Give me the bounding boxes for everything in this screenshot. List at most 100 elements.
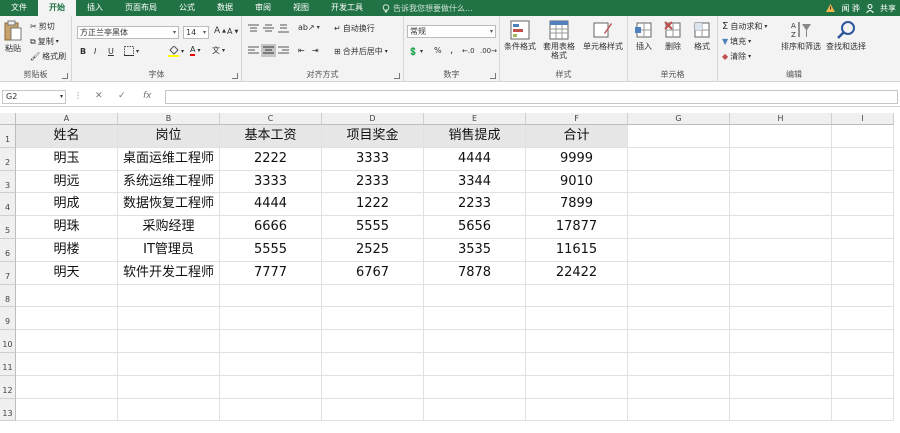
table-cell[interactable]: 5555 — [322, 216, 424, 239]
column-header-a[interactable]: A — [16, 113, 118, 125]
table-header-cell[interactable]: 岗位 — [118, 125, 220, 148]
empty-cell[interactable] — [118, 398, 220, 422]
empty-cell[interactable] — [220, 375, 322, 399]
empty-cell[interactable] — [424, 398, 526, 422]
column-header-h[interactable]: H — [730, 113, 832, 125]
tab-developer[interactable]: 开发工具 — [320, 0, 374, 16]
empty-cell[interactable] — [730, 284, 832, 308]
column-header-i[interactable]: I — [832, 113, 894, 125]
table-cell[interactable]: 3535 — [424, 239, 526, 262]
font-size-select[interactable]: 14 ▾ — [183, 26, 209, 39]
tab-insert[interactable]: 插入 — [76, 0, 114, 16]
empty-cell[interactable] — [322, 353, 424, 376]
empty-cell[interactable] — [730, 307, 832, 331]
empty-cell[interactable] — [832, 398, 894, 422]
table-cell[interactable]: 7777 — [220, 261, 322, 285]
empty-cell[interactable] — [730, 125, 832, 148]
middle-align-button[interactable] — [263, 24, 274, 33]
empty-cell[interactable] — [322, 398, 424, 422]
row-header-4[interactable]: 4 — [0, 193, 16, 217]
font-name-select[interactable]: 方正兰亭黑体 ▾ — [77, 26, 179, 39]
tab-data[interactable]: 数据 — [206, 0, 244, 16]
table-cell[interactable]: 明天 — [16, 261, 118, 285]
table-cell[interactable]: 明玉 — [16, 147, 118, 171]
increase-decimal-button[interactable]: ←.0 — [462, 47, 475, 55]
empty-cell[interactable] — [526, 398, 628, 422]
table-cell[interactable]: 明成 — [16, 193, 118, 217]
fill-button[interactable]: ▼ 填充 ▾ — [722, 36, 751, 47]
empty-cell[interactable] — [832, 125, 894, 148]
empty-cell[interactable] — [730, 330, 832, 353]
underline-button[interactable]: U — [108, 47, 114, 56]
empty-cell[interactable] — [118, 284, 220, 308]
empty-cell[interactable] — [118, 330, 220, 353]
italic-button[interactable]: I — [94, 47, 96, 56]
table-cell[interactable]: 桌面运维工程师 — [118, 147, 220, 171]
table-cell[interactable]: 数据恢复工程师 — [118, 193, 220, 217]
empty-cell[interactable] — [322, 375, 424, 399]
phonetic-button[interactable]: 文 ▾ — [212, 45, 225, 56]
table-cell[interactable]: 22422 — [526, 261, 628, 285]
table-cell[interactable]: 1222 — [322, 193, 424, 217]
empty-cell[interactable] — [526, 353, 628, 376]
empty-cell[interactable] — [220, 330, 322, 353]
table-cell[interactable]: 5555 — [220, 239, 322, 262]
empty-cell[interactable] — [220, 398, 322, 422]
column-header-f[interactable]: F — [526, 113, 628, 125]
table-cell[interactable]: 3333 — [322, 147, 424, 171]
borders-button[interactable]: ▾ — [124, 46, 139, 56]
tab-view[interactable]: 视图 — [282, 0, 320, 16]
empty-cell[interactable] — [730, 193, 832, 217]
sort-filter-button[interactable]: AZ 排序和筛选 — [780, 20, 822, 51]
accounting-format-button[interactable]: 💲 ▾ — [408, 47, 423, 56]
table-header-cell[interactable]: 合计 — [526, 125, 628, 148]
empty-cell[interactable] — [424, 353, 526, 376]
insert-function-button[interactable]: fx — [143, 91, 152, 101]
row-header-5[interactable]: 5 — [0, 216, 16, 239]
table-cell[interactable]: 4444 — [424, 147, 526, 171]
align-right-button[interactable] — [278, 46, 289, 55]
column-header-b[interactable]: B — [118, 113, 220, 125]
empty-cell[interactable] — [832, 330, 894, 353]
empty-cell[interactable] — [628, 147, 730, 171]
top-align-button[interactable] — [248, 24, 259, 33]
empty-cell[interactable] — [730, 216, 832, 239]
empty-cell[interactable] — [832, 353, 894, 376]
empty-cell[interactable] — [628, 216, 730, 239]
delete-cells-button[interactable]: 删除 — [659, 20, 687, 51]
empty-cell[interactable] — [322, 284, 424, 308]
select-all-corner[interactable] — [0, 113, 16, 125]
table-cell[interactable]: 9999 — [526, 147, 628, 171]
font-color-button[interactable]: A ▾ — [190, 45, 201, 56]
empty-cell[interactable] — [16, 307, 118, 331]
shrink-font-button[interactable]: A ▼ — [227, 27, 238, 36]
comma-button[interactable]: , — [450, 45, 453, 56]
empty-cell[interactable] — [220, 284, 322, 308]
empty-cell[interactable] — [16, 284, 118, 308]
row-header-9[interactable]: 9 — [0, 307, 16, 331]
autosum-button[interactable]: Σ 自动求和 ▾ — [722, 21, 767, 32]
empty-cell[interactable] — [628, 330, 730, 353]
format-as-table-button[interactable]: 套用表格格式 — [540, 20, 578, 60]
enter-check-icon[interactable]: ✓ — [118, 91, 126, 101]
table-cell[interactable]: 2525 — [322, 239, 424, 262]
formula-input[interactable] — [165, 90, 898, 104]
empty-cell[interactable] — [730, 261, 832, 285]
table-header-cell[interactable]: 姓名 — [16, 125, 118, 148]
table-cell[interactable]: 5656 — [424, 216, 526, 239]
empty-cell[interactable] — [322, 330, 424, 353]
user-name[interactable]: 闻 骅 — [841, 3, 860, 14]
column-header-g[interactable]: G — [628, 113, 730, 125]
clear-button[interactable]: ◆ 清除 ▾ — [722, 51, 751, 62]
table-cell[interactable]: 明楼 — [16, 239, 118, 262]
table-cell[interactable]: 采购经理 — [118, 216, 220, 239]
empty-cell[interactable] — [832, 307, 894, 331]
number-format-select[interactable]: 常规 ▾ — [407, 25, 496, 38]
row-header-8[interactable]: 8 — [0, 284, 16, 308]
table-cell[interactable]: 3344 — [424, 170, 526, 194]
wrap-text-button[interactable]: ↵ 自动换行 — [334, 23, 375, 34]
empty-cell[interactable] — [526, 284, 628, 308]
empty-cell[interactable] — [118, 353, 220, 376]
empty-cell[interactable] — [730, 353, 832, 376]
empty-cell[interactable] — [730, 147, 832, 171]
